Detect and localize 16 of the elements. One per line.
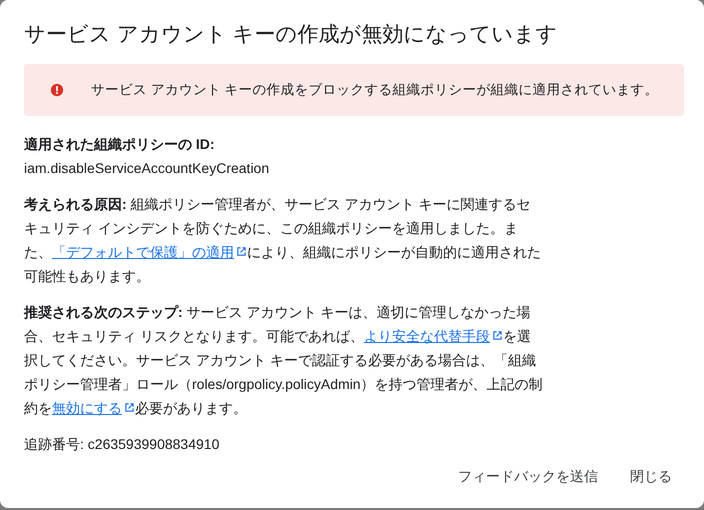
link[interactable]: 無効にする (52, 400, 135, 416)
external-link-icon (236, 246, 247, 257)
policy-label: 適用された組織ポリシーの ID: (24, 135, 216, 154)
external-link-icon (124, 402, 135, 413)
policy-id: iam.disableServiceAccountKeyCreation (24, 159, 270, 178)
dialog-button[interactable]: フィードバックを送信 (446, 460, 610, 494)
link[interactable]: より安全な代替手段 (364, 328, 503, 344)
dialog-title: サービス アカウント キーの作成が無効になっています (24, 22, 559, 48)
dialog-button[interactable]: 閉じる (618, 460, 684, 494)
banner-message: サービス アカウント キーの作成をブロックする組織ポリシーが組織に適用されています。 (91, 81, 659, 99)
tracking-number: 追跡番号: c2635939908834910 (24, 435, 220, 454)
paragraph: 推奨される次のステップ: サービス アカウント キーは、適切に管理しなかった場合、セキュリティ リスクとなります。可能であれば、より安全な代替手段 を選択してください。サービス アカウント キーで認証する必要がある場合は、「組織ポリシー管理者」ロール（roles/orgpolicy.policyAdmin）を持つ管理者が、上記の制約を無効にする 必要があります。 (24, 303, 544, 418)
paragraph: 考えられる原因: 組織ポリシー管理者が、サービス アカウント キーに関連するセキュリティ インシデントを防ぐために、この組織ポリシーを適用しました。また、「デフォルトで保護」の適用 により、組織にポリシーが自動的に適用された可能性もあります。 (24, 195, 542, 286)
link[interactable]: 「デフォルトで保護」の適用 (52, 244, 247, 260)
external-link-icon (492, 330, 503, 341)
error-icon (50, 83, 64, 97)
